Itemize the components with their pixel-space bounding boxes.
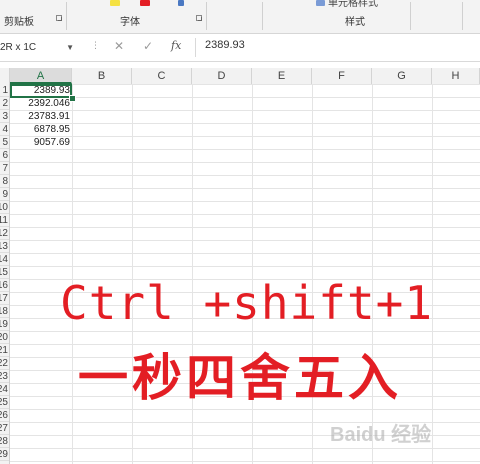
row-header[interactable]: 28 — [0, 435, 9, 448]
cell-a3[interactable]: 23783.91 — [10, 110, 72, 123]
name-box-value: 2R x 1C — [0, 42, 37, 53]
column-header-b[interactable]: B — [72, 68, 132, 84]
row-header[interactable]: 2 — [0, 97, 9, 110]
ribbon-divider — [262, 2, 263, 30]
row-header[interactable]: 29 — [0, 448, 9, 461]
font-group-label: 字体 — [120, 17, 140, 28]
cell-style-icon[interactable] — [316, 0, 325, 6]
highlight-icon[interactable] — [110, 0, 120, 6]
clipboard-group-label: 剪贴板 — [4, 17, 34, 28]
clear-icon[interactable] — [178, 0, 184, 6]
drag-handle-icon[interactable]: ⋮ — [91, 40, 100, 51]
column-header-f[interactable]: F — [312, 68, 372, 84]
row-headers: 1 2 3 4 5 6 7 8 9 10 11 12 13 14 15 16 1… — [0, 84, 10, 464]
row-header[interactable]: 9 — [0, 188, 9, 201]
formula-bar: 2R x 1C ▼ ⋮ ✕ ✓ fx 2389.93 — [0, 34, 480, 62]
row-header[interactable]: 26 — [0, 409, 9, 422]
column-gridline — [72, 84, 73, 464]
column-header-a[interactable]: A — [10, 68, 72, 84]
column-header-c[interactable]: C — [132, 68, 192, 84]
ribbon: 剪贴板 字体 单元格样式 样式 — [0, 0, 480, 34]
ribbon-divider — [410, 2, 411, 30]
ribbon-divider — [66, 2, 67, 30]
row-header[interactable]: 20 — [0, 331, 9, 344]
row-header[interactable]: 5 — [0, 136, 9, 149]
enter-icon[interactable]: ✓ — [143, 39, 153, 53]
row-header[interactable]: 1 — [0, 84, 9, 97]
corner-select-all[interactable] — [0, 68, 10, 84]
shortcut-caption: Ctrl +shift+1 — [60, 276, 434, 330]
ribbon-divider — [462, 2, 463, 30]
column-header-d[interactable]: D — [192, 68, 252, 84]
row-header[interactable]: 16 — [0, 279, 9, 292]
formula-input[interactable]: 2389.93 — [205, 39, 245, 51]
row-header[interactable]: 4 — [0, 123, 9, 136]
row-header[interactable]: 11 — [0, 214, 9, 227]
column-header-h[interactable]: H — [432, 68, 480, 84]
row-header[interactable]: 24 — [0, 383, 9, 396]
row-header[interactable]: 19 — [0, 318, 9, 331]
row-header[interactable]: 8 — [0, 175, 9, 188]
font-launcher-icon[interactable] — [196, 15, 202, 21]
chevron-down-icon[interactable]: ▼ — [66, 38, 74, 57]
fill-handle[interactable] — [69, 95, 76, 102]
cancel-icon[interactable]: ✕ — [114, 39, 124, 53]
row-header[interactable]: 25 — [0, 396, 9, 409]
cell-style-button[interactable]: 单元格样式 — [328, 0, 378, 9]
column-header-e[interactable]: E — [252, 68, 312, 84]
watermark: Baidu 经验 — [330, 424, 432, 446]
styles-group-label: 样式 — [345, 17, 365, 28]
ribbon-divider — [206, 2, 207, 30]
row-header[interactable]: 13 — [0, 240, 9, 253]
row-header[interactable]: 10 — [0, 201, 9, 214]
row-header[interactable]: 17 — [0, 292, 9, 305]
row-header[interactable]: 21 — [0, 344, 9, 357]
clipboard-launcher-icon[interactable] — [56, 15, 62, 21]
row-header[interactable]: 7 — [0, 162, 9, 175]
cell-a2[interactable]: 2392.046 — [10, 97, 72, 110]
row-header[interactable]: 6 — [0, 149, 9, 162]
row-header[interactable]: 18 — [0, 305, 9, 318]
row-header[interactable]: 3 — [0, 110, 9, 123]
formula-divider — [195, 38, 196, 57]
row-header[interactable]: 14 — [0, 253, 9, 266]
column-headers: A B C D E F G H — [0, 68, 480, 85]
row-header[interactable]: 15 — [0, 266, 9, 279]
column-header-g[interactable]: G — [372, 68, 432, 84]
insert-function-button[interactable]: fx — [171, 39, 181, 52]
row-header[interactable]: 27 — [0, 422, 9, 435]
row-header[interactable]: 12 — [0, 227, 9, 240]
rounding-caption: 一秒四舍五入 — [78, 349, 402, 407]
cell-a5[interactable]: 9057.69 — [10, 136, 72, 149]
active-cell-border — [10, 84, 72, 98]
cell-a4[interactable]: 6878.95 — [10, 123, 72, 136]
font-color-icon[interactable] — [140, 0, 150, 6]
name-box[interactable]: 2R x 1C ▼ — [0, 38, 78, 57]
row-header[interactable]: 22 — [0, 357, 9, 370]
row-header[interactable]: 23 — [0, 370, 9, 383]
